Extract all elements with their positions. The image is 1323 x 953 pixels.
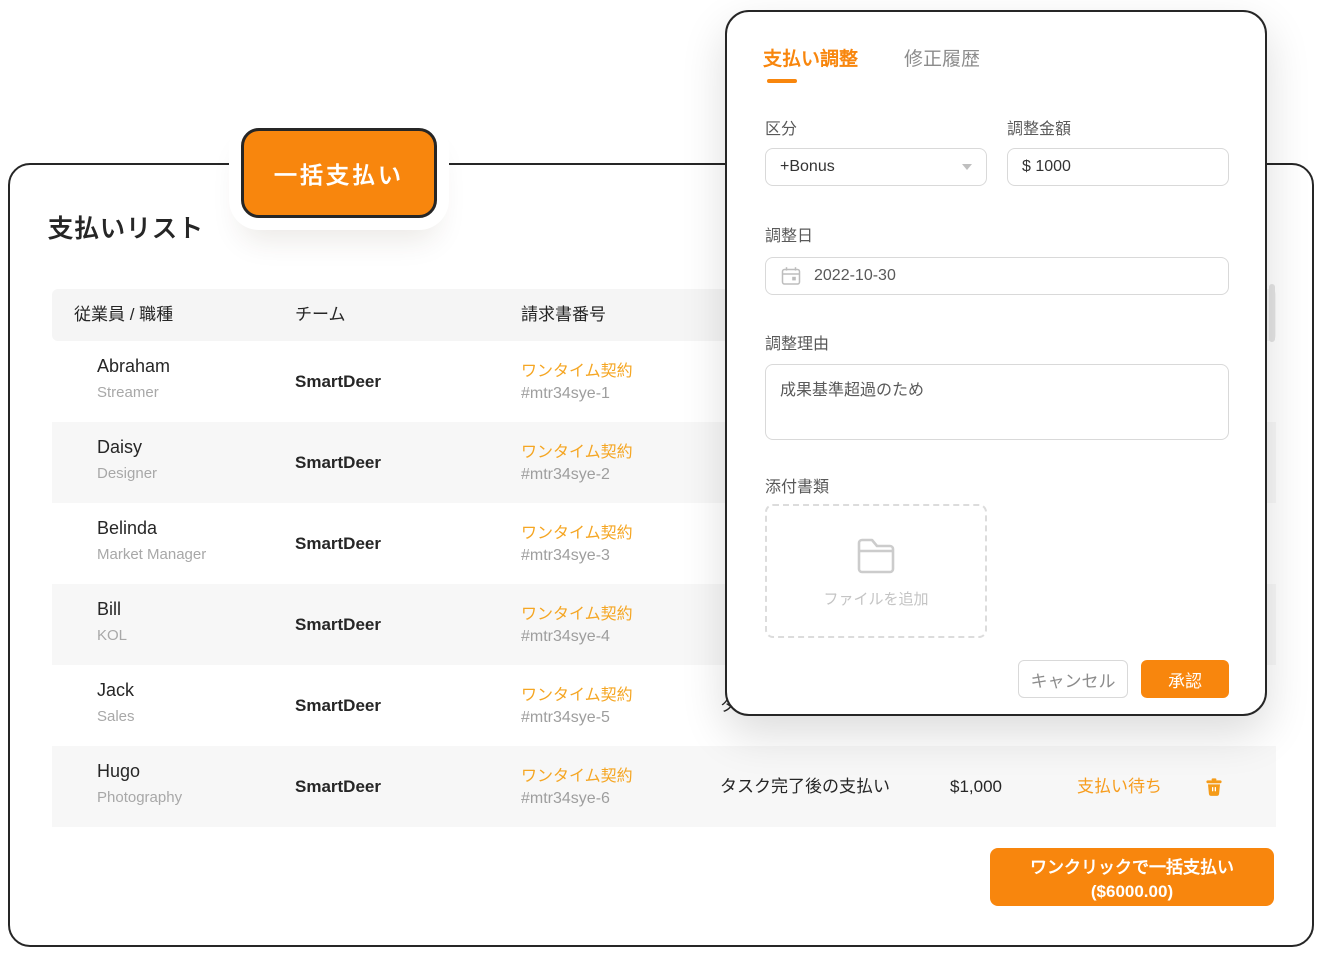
adjustment-date-input[interactable]: 2022-10-30 <box>765 257 1229 295</box>
payment-type: タスク完了後の支払い <box>720 746 890 827</box>
payment-amount: $1,000 <box>950 746 1002 827</box>
contract-type: ワンタイム契約 <box>521 438 633 462</box>
app-canvas: 支払いリスト 従業員 / 職種 チーム 請求書番号 Abraham Stream… <box>0 0 1323 953</box>
column-header-team: チーム <box>295 289 346 341</box>
employee-role: Photography <box>97 789 182 806</box>
trash-icon[interactable] <box>1204 777 1224 797</box>
contract-type: ワンタイム契約 <box>521 681 633 705</box>
category-label: 区分 <box>765 115 797 139</box>
employee-role: Sales <box>97 708 135 725</box>
file-upload-dropzone[interactable]: ファイルを追加 <box>765 504 987 638</box>
category-select[interactable]: +Bonus <box>765 148 987 186</box>
adjustment-amount-value: $ 1000 <box>1022 158 1071 176</box>
adjustment-reason-textarea[interactable]: 成果基準超過のため <box>765 364 1229 440</box>
employee-name: Hugo <box>97 761 140 782</box>
employee-name: Jack <box>97 680 134 701</box>
category-value: +Bonus <box>780 158 835 176</box>
modal-tabs: 支払い調整 修正履歴 <box>763 44 980 83</box>
contract-type: ワンタイム契約 <box>521 762 633 786</box>
adjustment-date-value: 2022-10-30 <box>814 267 896 285</box>
employee-name: Bill <box>97 599 121 620</box>
scrollbar-thumb[interactable] <box>1269 284 1275 342</box>
adjustment-reason-value: 成果基準超過のため <box>780 376 924 400</box>
contract-type: ワンタイム契約 <box>521 357 633 381</box>
adjustment-amount-label: 調整金額 <box>1007 115 1071 139</box>
team-cell: SmartDeer <box>295 503 381 584</box>
tab-correction-history[interactable]: 修正履歴 <box>904 44 980 83</box>
team-cell: SmartDeer <box>295 341 381 422</box>
one-click-line2: ($6000.00) <box>1091 882 1173 901</box>
approve-button[interactable]: 承認 <box>1141 660 1229 698</box>
team-cell: SmartDeer <box>295 665 381 746</box>
table-row: Hugo Photography SmartDeer ワンタイム契約 #mtr3… <box>52 746 1276 827</box>
adjustment-date-label: 調整日 <box>765 222 813 246</box>
column-header-employee: 従業員 / 職種 <box>74 289 173 341</box>
employee-role: Streamer <box>97 384 159 401</box>
invoice-number: #mtr34sye-3 <box>521 547 610 565</box>
one-click-line1: ワンクリックで一括支払い <box>1030 858 1234 877</box>
payment-adjustment-modal: 支払い調整 修正履歴 区分 調整金額 +Bonus $ 1000 調整日 <box>725 10 1267 716</box>
adjustment-reason-label: 調整理由 <box>765 330 829 354</box>
page-title: 支払いリスト <box>48 209 204 245</box>
folder-icon <box>853 533 899 580</box>
employee-role: Designer <box>97 465 157 482</box>
team-cell: SmartDeer <box>295 584 381 665</box>
calendar-icon <box>780 265 802 287</box>
invoice-number: #mtr34sye-5 <box>521 709 610 727</box>
column-header-invoice: 請求書番号 <box>521 289 606 341</box>
cancel-button[interactable]: キャンセル <box>1018 660 1128 698</box>
invoice-number: #mtr34sye-1 <box>521 385 610 403</box>
attachment-label: 添付書類 <box>765 473 829 497</box>
tab-payment-adjustment[interactable]: 支払い調整 <box>763 44 858 83</box>
status-badge: 支払い待ち <box>1077 746 1162 827</box>
employee-name: Daisy <box>97 437 142 458</box>
one-click-bulk-pay-button[interactable]: ワンクリックで一括支払い ($6000.00) <box>990 848 1274 906</box>
employee-name: Abraham <box>97 356 170 377</box>
chevron-down-icon <box>962 164 972 170</box>
invoice-number: #mtr34sye-4 <box>521 628 610 646</box>
adjustment-amount-input[interactable]: $ 1000 <box>1007 148 1229 186</box>
employee-role: KOL <box>97 627 127 644</box>
bulk-pay-label: 一括支払い <box>274 156 404 190</box>
employee-role: Market Manager <box>97 546 206 563</box>
team-cell: SmartDeer <box>295 746 381 827</box>
invoice-number: #mtr34sye-2 <box>521 466 610 484</box>
employee-name: Belinda <box>97 518 157 539</box>
add-file-label: ファイルを追加 <box>823 588 928 609</box>
team-cell: SmartDeer <box>295 422 381 503</box>
contract-type: ワンタイム契約 <box>521 600 633 624</box>
bulk-pay-button[interactable]: 一括支払い <box>241 128 437 218</box>
contract-type: ワンタイム契約 <box>521 519 633 543</box>
invoice-number: #mtr34sye-6 <box>521 790 610 808</box>
